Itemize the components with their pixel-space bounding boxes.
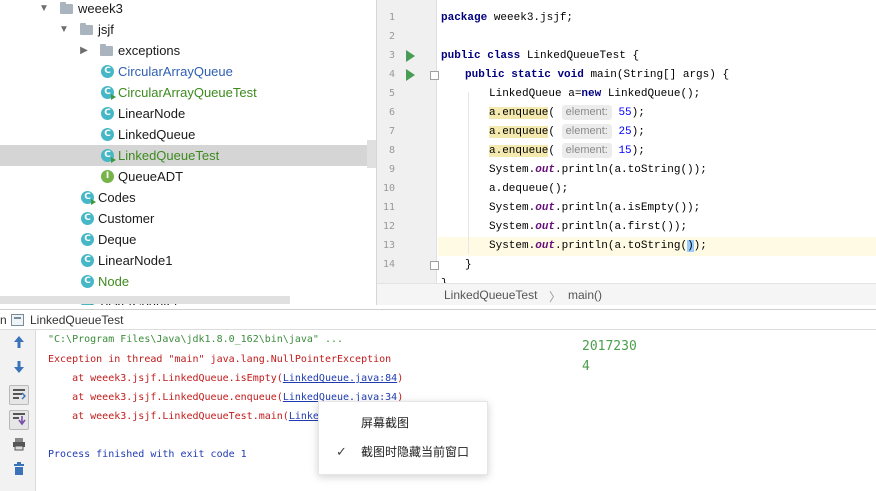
class-icon: C [101,107,114,120]
package-icon [80,23,93,35]
package-icon [60,2,73,14]
menu-item-screenshot[interactable]: 屏幕截图 [319,409,489,437]
up-arrow-icon[interactable] [9,334,29,354]
line-number: 8 [388,145,395,156]
chevron-down-icon[interactable]: ▼ [58,19,70,40]
tree-item-deque[interactable]: C Deque [0,229,376,250]
run-panel-title-fragment: n [0,313,7,327]
line-number: 3 [388,50,395,61]
code-line-13: System.out.println(a.toString()); [489,240,707,252]
line-number: 7 [388,126,395,137]
parameter-hint: element: [561,143,612,158]
tree-item-codes[interactable]: C Codes [0,187,376,208]
tree-item-linkedqueue[interactable]: C LinkedQueue [0,124,376,145]
line-number: 11 [382,202,395,213]
folder-icon [100,44,113,56]
console-exit-line: Process finished with exit code 1 [48,449,247,460]
tree-item-customer[interactable]: C Customer [0,208,376,229]
down-arrow-icon[interactable] [9,359,29,379]
soft-wrap-icon[interactable] [9,385,29,405]
class-icon: C [81,233,94,246]
line-number: 10 [382,183,395,194]
code-line-1: package weeek3.jsjf; [441,12,574,24]
screenshot-context-menu: 屏幕截图 ✓ 截图时隐藏当前窗口 [318,401,488,475]
project-tree: ▼ weeek3 ▼ jsjf ▶ exceptions C CircularA… [0,0,376,305]
line-number: 1 [388,12,395,23]
code-line-7: a.enqueue( element: 25); [489,124,645,139]
console-output-fragment: 2017230 [582,339,637,354]
run-main-icon[interactable] [406,69,415,81]
code-line-9: System.out.println(a.toString()); [489,164,707,176]
code-line-14: } [465,259,472,271]
editor-gutter: 1 2 3 4 5 6 7 8 9 10 11 12 13 14 [377,0,439,305]
scroll-to-end-icon[interactable] [9,410,29,430]
interface-icon: I [101,170,114,183]
checkmark-icon: ✓ [336,444,347,459]
parameter-hint: element: [561,124,612,139]
console-exception-line: Exception in thread "main" java.lang.Nul… [48,354,392,365]
runnable-class-icon: C [81,191,96,205]
class-icon: C [101,65,114,78]
line-number: 14 [382,259,395,270]
tree-item-weeek3[interactable]: ▼ weeek3 [0,0,376,19]
line-number: 12 [382,221,395,232]
code-line-4: public static void main(String[] args) { [465,69,730,81]
class-icon: C [81,212,94,225]
code-line-8: a.enqueue( element: 15); [489,143,645,158]
console-output-fragment: 4 [582,359,590,374]
breadcrumb: LinkedQueueTest 〉 main() [377,283,876,305]
class-icon: C [81,254,94,267]
tree-item-circulararrayqueuetest[interactable]: C CircularArrayQueueTest [0,82,376,103]
run-panel-header: n LinkedQueueTest [0,309,876,330]
tree-vertical-scrollbar[interactable] [367,140,376,168]
tree-item-linearnode[interactable]: C LinearNode [0,103,376,124]
code-editor[interactable]: 1 2 3 4 5 6 7 8 9 10 11 12 13 14 package… [376,0,876,305]
code-line-3: public class LinkedQueueTest { [441,50,640,62]
line-number: 5 [388,88,395,99]
code-line-5: LinkedQueue a=new LinkedQueue(); [489,88,701,100]
class-icon: C [101,128,114,141]
parameter-hint: element: [561,105,612,120]
code-line-12: System.out.println(a.first()); [489,221,688,233]
code-line-6: a.enqueue( element: 55); [489,105,645,120]
line-number: 4 [388,69,395,80]
trash-icon[interactable] [9,461,29,481]
console-trace-line: at weeek3.jsjf.LinkedQueue.isEmpty(Linke… [48,373,404,384]
print-icon[interactable] [9,436,29,456]
menu-item-hide-window-on-screenshot[interactable]: ✓ 截图时隐藏当前窗口 [319,438,489,466]
run-toolstrip [0,330,36,491]
code-line-11: System.out.println(a.isEmpty()); [489,202,701,214]
run-class-icon[interactable] [406,50,415,62]
fold-icon[interactable] [430,71,439,80]
tree-item-linearnode1[interactable]: C LinearNode1 [0,250,376,271]
breadcrumb-method[interactable]: main() [568,288,602,302]
run-config-icon [11,314,24,326]
runnable-class-icon: C [101,86,116,100]
stack-trace-link[interactable]: LinkedQueue.java:84 [283,373,397,384]
tree-horizontal-scrollbar[interactable] [0,296,290,304]
breadcrumb-class[interactable]: LinkedQueueTest [444,288,537,302]
class-icon: C [81,275,94,288]
tree-item-jsjf[interactable]: ▼ jsjf [0,19,376,40]
line-number: 9 [388,164,395,175]
console-command-line: "C:\Program Files\Java\jdk1.8.0_162\bin\… [48,334,344,345]
chevron-right-icon[interactable]: ▶ [78,40,90,61]
tab-linkedqueuetest[interactable]: LinkedQueueTest [30,313,123,327]
code-line-10: a.dequeue(); [489,183,569,195]
fold-icon[interactable] [430,261,439,270]
tree-item-queueadt[interactable]: I QueueADT [0,166,376,187]
line-number: 13 [382,240,395,251]
indent-guide [468,92,469,254]
tree-item-linkedqueuetest[interactable]: C LinkedQueueTest [0,145,376,166]
line-number: 2 [388,31,395,42]
tree-item-circulararrayqueue[interactable]: C CircularArrayQueue [0,61,376,82]
tree-item-exceptions[interactable]: ▶ exceptions [0,40,376,61]
line-number: 6 [388,107,395,118]
breadcrumb-separator: 〉 [549,290,562,304]
chevron-down-icon[interactable]: ▼ [38,0,50,19]
runnable-class-icon: C [101,149,116,163]
tree-item-node[interactable]: C Node [0,271,376,292]
